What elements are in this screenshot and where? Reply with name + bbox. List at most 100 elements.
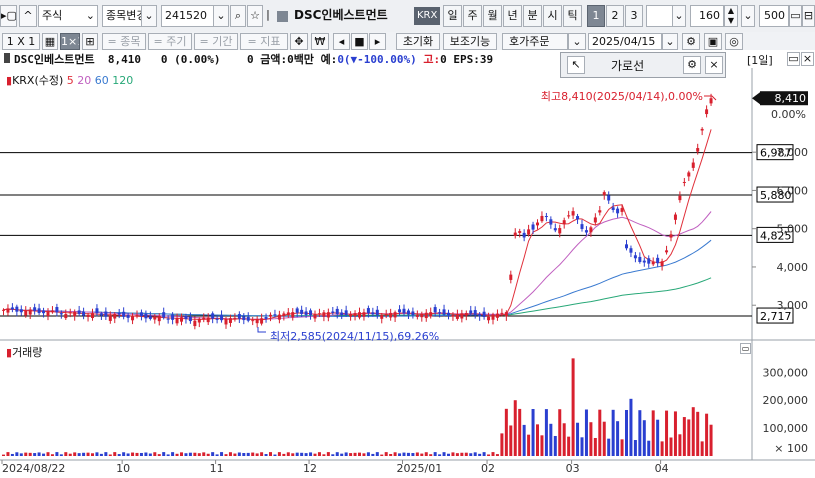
chevron-down-icon[interactable]: ⌄: [141, 5, 157, 27]
display-count-value: 160: [699, 9, 720, 22]
candle-body: [424, 312, 428, 319]
target-icon[interactable]: ◎: [725, 33, 743, 50]
preset-3-button[interactable]: 3: [625, 5, 643, 27]
volume-bar: [531, 409, 535, 456]
volume-bar: [157, 454, 161, 456]
candle-body: [455, 314, 459, 319]
table-icon[interactable]: ⊞: [82, 33, 98, 50]
candle-body: [2, 309, 5, 311]
settings-icon[interactable]: ⚙: [682, 33, 700, 50]
currency-icon[interactable]: ₩: [311, 33, 329, 50]
window-icon[interactable]: ▭: [787, 52, 800, 66]
volume-bar: [705, 413, 709, 456]
expand-icon[interactable]: ⊟: [802, 5, 815, 27]
image-icon[interactable]: ▣: [704, 33, 722, 50]
range-toggle-button[interactable]: = 기간: [194, 33, 238, 50]
volume-bar: [633, 440, 637, 456]
separator: |: [266, 8, 270, 21]
volume-bar: [269, 452, 272, 456]
total-count-value: 500: [764, 9, 785, 22]
info-price: 8,410: [107, 53, 141, 66]
stock-code-value: 241520: [165, 9, 207, 22]
volume-bar: [59, 454, 63, 456]
volume-bar: [682, 417, 686, 456]
volume-bar: [99, 453, 103, 456]
volume-bar: [10, 453, 14, 456]
volume-bar: [255, 453, 259, 456]
candle-body: [144, 313, 148, 319]
volume-bar: [228, 452, 232, 456]
volume-panel-toggle-icon[interactable]: ▭: [740, 343, 751, 354]
next-icon[interactable]: ▸: [369, 33, 386, 50]
star-icon[interactable]: ☆: [247, 5, 263, 27]
chevron-down-icon[interactable]: ⌄: [672, 5, 686, 27]
layout-1x1-button[interactable]: 1×1: [60, 33, 80, 50]
stop-icon[interactable]: ■: [351, 33, 368, 50]
close-icon[interactable]: ×: [801, 52, 814, 66]
date-input[interactable]: 2025/04/15: [588, 33, 662, 50]
period-toggle-button[interactable]: = 주기: [148, 33, 192, 50]
display-count-input[interactable]: 160: [690, 5, 724, 27]
volume-bar: [353, 452, 357, 456]
candle-body: [126, 315, 130, 318]
volume-bar: [126, 453, 130, 456]
date-tick-label: 10: [116, 462, 130, 475]
candle-body: [175, 318, 179, 324]
period-week-button[interactable]: 주: [463, 5, 482, 27]
assist-function-button[interactable]: 보조기능: [443, 33, 497, 50]
prev-icon[interactable]: ◂: [333, 33, 350, 50]
preset-2-button[interactable]: 2: [606, 5, 624, 27]
volume-bar: [180, 452, 183, 456]
chevron-down-icon[interactable]: ⌄: [568, 33, 586, 50]
drag-handle-icon[interactable]: ↖: [567, 56, 585, 74]
quote-order-button[interactable]: 호가주문: [502, 33, 568, 50]
candle-body: [669, 234, 673, 238]
period-tick-button[interactable]: 틱: [563, 5, 582, 27]
stock-chart[interactable]: 6,9875,8804,8252,7173,0004,0005,0006,000…: [0, 50, 815, 478]
stock-info-icon[interactable]: [277, 11, 288, 22]
chevron-up-icon[interactable]: ^: [19, 5, 37, 27]
candle-body: [625, 244, 628, 249]
layout-select-button[interactable]: 1 X 1: [2, 33, 40, 50]
period-hour-button[interactable]: 시: [543, 5, 562, 27]
volume-unit-label: × 100: [774, 442, 808, 455]
candle-body: [211, 313, 215, 319]
market-type-select[interactable]: 주식 ⌄: [38, 5, 98, 27]
candle-body: [549, 219, 553, 225]
volume-bar: [420, 453, 424, 456]
search-icon[interactable]: ⌕: [230, 5, 246, 27]
volume-bar: [131, 452, 135, 456]
panel-toggle-button[interactable]: ▸▢: [0, 5, 17, 27]
reset-button[interactable]: 초기화: [396, 33, 440, 50]
volume-bar: [317, 452, 321, 456]
chevron-down-icon[interactable]: ⌄: [662, 33, 678, 50]
candle-body: [255, 318, 259, 324]
period-year-button[interactable]: 년: [503, 5, 522, 27]
candle-body: [576, 216, 580, 220]
preset-1-button[interactable]: 1: [587, 5, 605, 27]
move-icon[interactable]: ✥: [290, 33, 308, 50]
window-icon[interactable]: ▭: [789, 5, 802, 27]
volume-bar: [464, 452, 468, 456]
period-day-button[interactable]: 일: [443, 5, 462, 27]
settings-icon[interactable]: ⚙: [683, 56, 701, 74]
candle-body: [540, 215, 544, 222]
stepper-icon[interactable]: ▲ ▼: [724, 5, 738, 27]
chevron-down-icon[interactable]: ⌄: [741, 5, 755, 27]
indicator-toggle-button[interactable]: = 지표: [240, 33, 288, 50]
period-month-button[interactable]: 월: [483, 5, 502, 27]
candle-body: [700, 128, 704, 131]
stock-toggle-button[interactable]: = 종목: [102, 33, 146, 50]
volume-bar: [540, 435, 544, 456]
volume-bar: [309, 452, 313, 456]
candle-body: [86, 314, 90, 317]
candle-body: [68, 312, 72, 314]
close-icon[interactable]: ×: [705, 56, 723, 74]
candle-body: [113, 314, 117, 319]
period-minute-button[interactable]: 분: [523, 5, 542, 27]
grid-icon[interactable]: ▦: [42, 33, 58, 50]
candle-body: [166, 318, 170, 320]
total-count-input[interactable]: 500: [759, 5, 789, 27]
volume-legend-label: 거래량: [12, 346, 43, 359]
chevron-down-icon[interactable]: ⌄: [213, 5, 229, 27]
